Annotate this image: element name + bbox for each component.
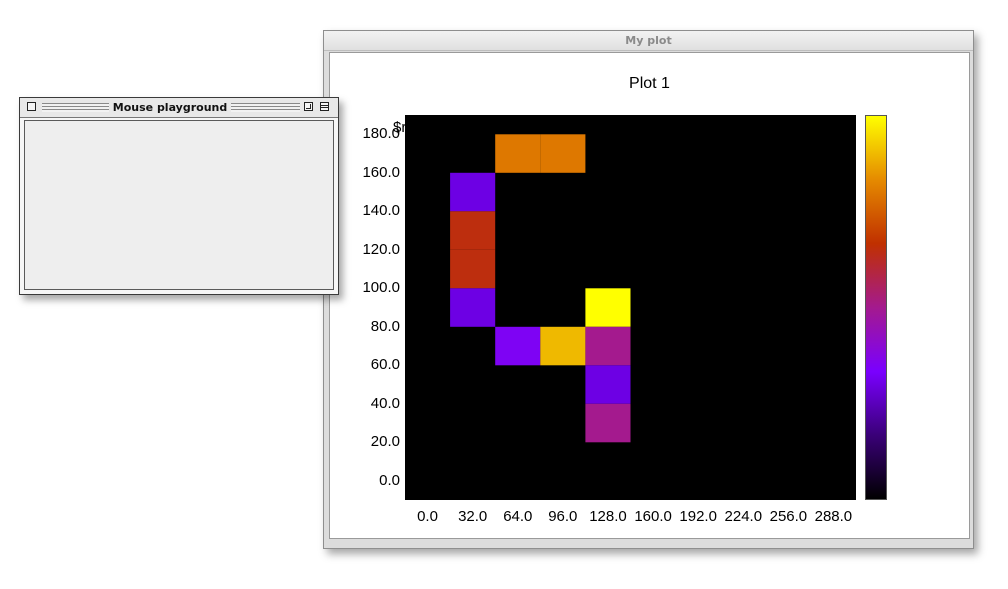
- plot-window-titlebar[interactable]: My plot: [324, 31, 973, 51]
- plot-canvas[interactable]: Plot 1 $r 0.0 32.0 64.0 96.0 128.0 160.0 192.0…: [329, 52, 970, 539]
- mouse-window-titlebar[interactable]: Mouse playground: [20, 98, 338, 118]
- x-tick-label: 192.0: [679, 508, 717, 525]
- y-tick-label: 100.0: [362, 279, 400, 297]
- close-button[interactable]: [27, 102, 36, 111]
- heatmap-cell: [585, 288, 631, 327]
- heatmap-cell: [495, 134, 541, 173]
- y-tick-label: 20.0: [370, 433, 400, 451]
- chart-title: Plot 1: [629, 75, 670, 92]
- mouse-playground-window: Mouse playground: [19, 97, 339, 295]
- y-tick-label: 0.0: [379, 471, 400, 489]
- heatmap-cell: [540, 326, 586, 366]
- y-tick-label: 40.0: [370, 394, 400, 412]
- y-tick-label: 60.0: [370, 356, 400, 374]
- plot-window: My plot Plot 1 $r 0.0 32.0 64.0 96.0 128.0 16…: [323, 30, 974, 549]
- x-tick-label: 224.0: [724, 508, 763, 525]
- heatmap-cell: [450, 172, 496, 212]
- x-tick-label: 64.0: [503, 508, 533, 525]
- x-tick-label: 128.0: [589, 508, 627, 525]
- zoom-button[interactable]: [304, 102, 313, 111]
- heatmap-cell: [540, 134, 586, 173]
- titlebar-stripes-right: [230, 103, 300, 112]
- y-tick-label: 180.0: [362, 125, 400, 143]
- collapse-button[interactable]: [320, 102, 329, 111]
- x-tick-label: 96.0: [548, 508, 578, 525]
- mouse-window-title: Mouse playground: [109, 98, 231, 117]
- heatmap-cell: [585, 365, 631, 404]
- heatmap-cell: [450, 288, 496, 327]
- heatmap-cell: [450, 249, 496, 289]
- heatmap-cell: [495, 326, 541, 366]
- heatmap-cell: [585, 403, 631, 443]
- x-tick-label: 0.0: [417, 508, 438, 525]
- y-tick-label: 140.0: [362, 202, 400, 220]
- colorbar: [865, 115, 887, 500]
- titlebar-stripes-left: [42, 103, 112, 112]
- plot-window-title: My plot: [625, 34, 672, 47]
- heatmap-cell: [450, 211, 496, 250]
- heatmap[interactable]: [405, 115, 856, 500]
- x-tick-label: 288.0: [814, 508, 853, 525]
- y-tick-label: 80.0: [370, 317, 400, 335]
- mouse-playground-canvas[interactable]: [24, 120, 334, 290]
- x-tick-label: 160.0: [634, 508, 672, 525]
- y-tick-label: 120.0: [362, 240, 400, 258]
- x-tick-label: 32.0: [458, 508, 488, 525]
- x-tick-label: 256.0: [769, 508, 808, 525]
- y-tick-label: 160.0: [362, 163, 400, 181]
- heatmap-cell: [585, 326, 631, 366]
